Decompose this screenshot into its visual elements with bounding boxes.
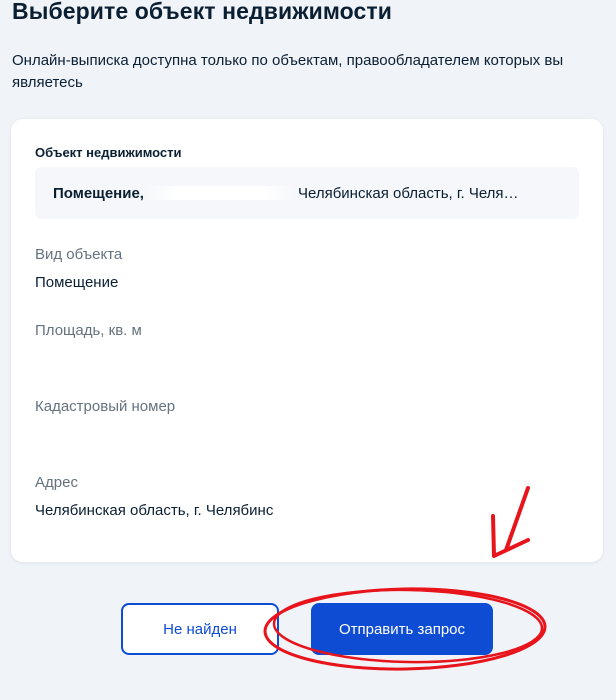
page-subtitle: Онлайн-выписка доступна только по объект…	[12, 52, 564, 91]
object-type-value: Помещение	[35, 274, 119, 291]
object-select-label: Объект недвижимости	[35, 145, 182, 160]
not-found-button[interactable]: Не найден	[121, 603, 279, 655]
redacted-area	[145, 186, 296, 200]
property-card: Объект недвижимости Помещение, Челябинск…	[11, 119, 603, 562]
address-label: Адрес	[35, 474, 78, 491]
page: Выберите объект недвижимости Онлайн-выпи…	[0, 0, 616, 700]
page-title: Выберите объект недвижимости	[12, 0, 393, 24]
object-select-type: Помещение,	[53, 184, 144, 202]
submit-request-button[interactable]: Отправить запрос	[311, 603, 493, 655]
object-type-label: Вид объекта	[35, 246, 123, 263]
object-select[interactable]: Помещение, Челябинская область, г. Челя…	[35, 167, 579, 219]
object-select-address: Челябинская область, г. Челя…	[297, 184, 519, 202]
cadastral-number-label: Кадастровый номер	[35, 398, 176, 415]
address-value: Челябинская область, г. Челябинс	[35, 502, 274, 519]
area-label: Площадь, кв. м	[35, 322, 142, 339]
